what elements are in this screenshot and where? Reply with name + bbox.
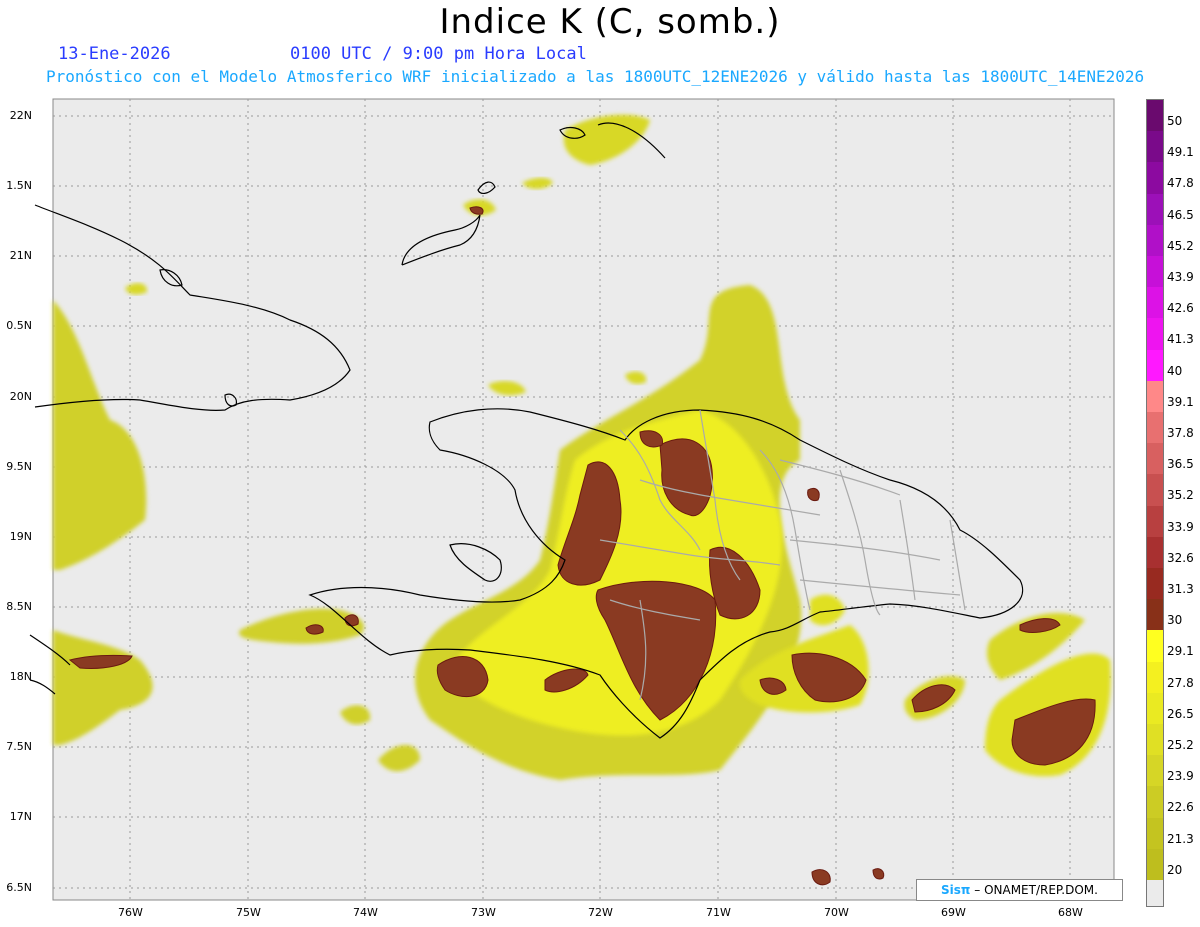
colorbar-label: 46.5 xyxy=(1167,207,1194,222)
colorbar-swatch xyxy=(1147,724,1163,756)
colorbar-swatch xyxy=(1147,661,1163,693)
colorbar-label: 37.8 xyxy=(1167,426,1194,440)
colorbar-swatch xyxy=(1147,162,1163,194)
colorbar-label: 26.5 xyxy=(1167,706,1194,721)
colorbar-swatch xyxy=(1147,599,1163,631)
lon-label: 71W xyxy=(706,906,731,919)
colorbar-label: 49.1 xyxy=(1167,145,1194,160)
colorbar-label: 50 xyxy=(1167,114,1183,128)
lat-label: 20N xyxy=(9,390,32,403)
lon-label: 76W xyxy=(118,906,143,919)
lat-label: 9.5N xyxy=(6,460,32,473)
lon-label: 69W xyxy=(941,906,966,919)
lat-label: 17N xyxy=(9,810,32,823)
colorbar-label: 35.2 xyxy=(1167,488,1194,503)
lon-label: 74W xyxy=(353,906,378,919)
lat-label: 8.5N xyxy=(6,600,32,613)
lat-label: 7.5N xyxy=(6,740,32,753)
lon-label: 70W xyxy=(824,906,849,919)
colorbar-swatch xyxy=(1147,131,1163,163)
colorbar-swatch xyxy=(1147,474,1163,506)
colorbar-swatch xyxy=(1147,193,1163,225)
colorbar-swatch xyxy=(1147,880,1163,906)
colorbar-swatch xyxy=(1147,380,1163,412)
lat-label: 1.5N xyxy=(6,179,32,192)
lon-label: 75W xyxy=(236,906,261,919)
colorbar-label: 39.1 xyxy=(1167,394,1194,409)
lon-label: 73W xyxy=(471,906,496,919)
lat-label: 6.5N xyxy=(6,881,32,894)
credit-box: Sisπ – ONAMET/REP.DOM. xyxy=(916,879,1123,901)
colorbar-swatch xyxy=(1147,100,1163,132)
credit-text: – ONAMET/REP.DOM. xyxy=(974,883,1098,897)
colorbar-label: 32.6 xyxy=(1167,550,1194,565)
colorbar-label: 47.8 xyxy=(1167,176,1194,191)
colorbar-label: 41.3 xyxy=(1167,332,1194,347)
colorbar-swatch xyxy=(1147,412,1163,444)
colorbar-swatch xyxy=(1147,692,1163,724)
colorbar-label: 40 xyxy=(1167,363,1183,378)
colorbar-label: 25.2 xyxy=(1167,738,1194,752)
lat-label: 21N xyxy=(9,249,32,262)
colorbar-swatch xyxy=(1147,848,1163,880)
colorbar-swatch xyxy=(1147,817,1163,849)
colorbar-label: 22.6 xyxy=(1167,800,1194,815)
lat-label: 19N xyxy=(9,530,32,543)
colorbar xyxy=(1146,99,1164,907)
colorbar-swatch xyxy=(1147,287,1163,319)
colorbar-label: 36.5 xyxy=(1167,457,1194,472)
colorbar-label: 33.9 xyxy=(1167,519,1194,534)
colorbar-swatch xyxy=(1147,536,1163,568)
lat-label: 0.5N xyxy=(6,319,32,332)
colorbar-label: 23.9 xyxy=(1167,769,1194,784)
colorbar-label: 30 xyxy=(1167,613,1183,628)
colorbar-label: 45.2 xyxy=(1167,238,1194,253)
colorbar-label: 31.3 xyxy=(1167,582,1194,596)
lat-label: 22N xyxy=(9,109,32,122)
colorbar-swatch xyxy=(1147,318,1163,350)
lon-label: 68W xyxy=(1058,906,1083,919)
colorbar-swatch xyxy=(1147,349,1163,381)
colorbar-swatch xyxy=(1147,443,1163,475)
colorbar-swatch xyxy=(1147,755,1163,787)
colorbar-swatch xyxy=(1147,505,1163,537)
colorbar-label: 21.3 xyxy=(1167,831,1194,846)
colorbar-swatch xyxy=(1147,786,1163,818)
colorbar-swatch xyxy=(1147,224,1163,256)
colorbar-swatch xyxy=(1147,256,1163,288)
lon-label: 72W xyxy=(588,906,613,919)
colorbar-swatch xyxy=(1147,630,1163,662)
colorbar-label: 29.1 xyxy=(1167,644,1194,659)
colorbar-label: 27.8 xyxy=(1167,675,1194,690)
lat-label: 18N xyxy=(9,670,32,683)
sispi-logo: Sisπ xyxy=(941,883,971,897)
colorbar-swatch xyxy=(1147,568,1163,600)
k-index-map xyxy=(29,98,1115,901)
colorbar-label: 42.6 xyxy=(1167,301,1194,316)
colorbar-label: 43.9 xyxy=(1167,270,1194,284)
colorbar-label: 20 xyxy=(1167,862,1183,877)
